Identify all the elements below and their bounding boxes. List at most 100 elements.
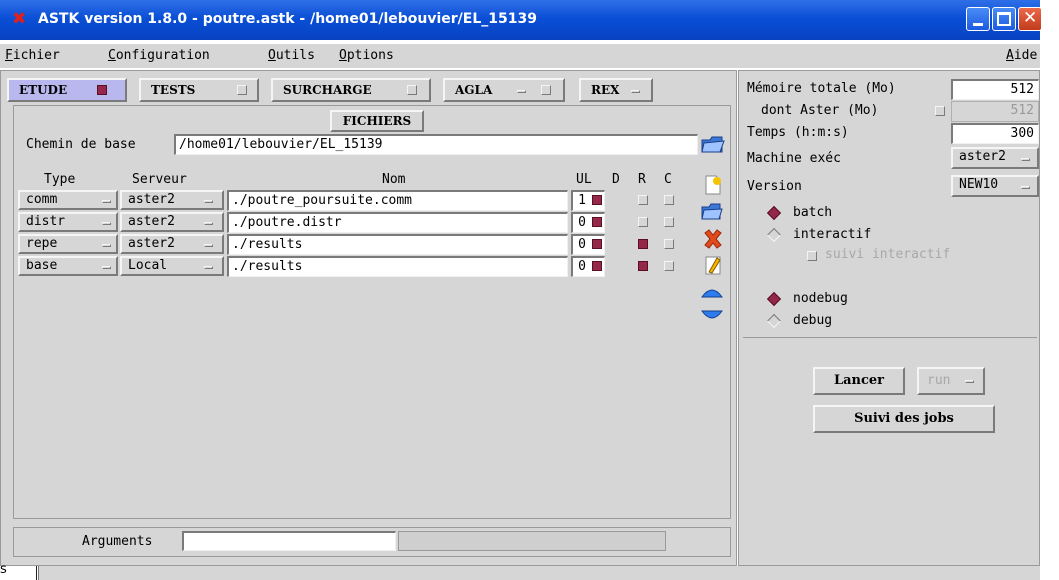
batch-radio[interactable] xyxy=(766,205,782,221)
close-button[interactable]: ✕ xyxy=(1018,7,1042,31)
col-nom: Nom xyxy=(382,172,406,187)
file-type-dropdown[interactable]: base xyxy=(18,256,118,276)
interactif-label: interactif xyxy=(793,227,872,242)
title-bar[interactable]: ✖ ASTK version 1.8.0 - poutre.astk - /ho… xyxy=(0,0,1042,40)
move-up-icon[interactable] xyxy=(700,284,724,300)
chemin-label: Chemin de base xyxy=(26,137,136,152)
app-x-icon: ✖ xyxy=(12,9,27,29)
file-type-dropdown[interactable]: repe xyxy=(18,234,118,254)
tab-rex-menu-icon xyxy=(631,90,640,93)
machine-label: Machine exéc xyxy=(747,151,841,166)
files-panel: FICHIERS Chemin de base /home01/lebouvie… xyxy=(13,105,731,519)
minimize-icon xyxy=(973,23,983,26)
menu-configuration[interactable]: Configuration xyxy=(108,48,210,63)
file-r-checkbox[interactable] xyxy=(638,195,648,205)
status-strip: s xyxy=(0,562,1059,580)
tab-agla-menu-icon xyxy=(517,90,526,93)
nodebug-label: nodebug xyxy=(793,291,848,306)
file-name-input[interactable]: ./results xyxy=(227,234,568,255)
status-bar xyxy=(38,566,1040,580)
memoire-label: Mémoire totale (Mo) xyxy=(747,81,896,96)
tab-surcharge-indicator xyxy=(407,85,417,95)
col-serveur: Serveur xyxy=(132,172,187,187)
file-name-input[interactable]: ./results xyxy=(227,256,568,277)
col-type: Type xyxy=(44,172,76,187)
file-name-input[interactable]: ./poutre_poursuite.comm xyxy=(227,190,568,211)
suivi-interactif-label: suivi interactif xyxy=(825,247,951,262)
menu-options[interactable]: Options xyxy=(339,48,394,63)
tab-etude-indicator xyxy=(97,85,107,95)
maximize-icon xyxy=(997,12,1011,26)
col-d: D xyxy=(612,172,620,187)
open-file-icon[interactable] xyxy=(700,201,724,223)
left-panel: ETUDE TESTS SURCHARGE AGLA REX FICHIERS … xyxy=(0,70,737,566)
file-server-dropdown[interactable]: aster2 xyxy=(120,190,224,210)
run-dropdown: run xyxy=(917,367,985,395)
delete-icon[interactable] xyxy=(702,228,724,250)
file-c-checkbox[interactable] xyxy=(664,195,674,205)
interactif-radio[interactable] xyxy=(766,227,782,243)
window-title: ASTK version 1.8.0 - poutre.astk - /home… xyxy=(38,11,537,27)
files-header: FICHIERS xyxy=(330,110,424,132)
col-ul: UL xyxy=(576,172,592,187)
version-label: Version xyxy=(747,179,802,194)
close-icon: ✕ xyxy=(1023,8,1038,28)
move-down-icon[interactable] xyxy=(700,308,724,324)
chemin-input[interactable]: /home01/lebouvier/EL_15139 xyxy=(174,134,698,155)
menu-fichier[interactable]: Fichier xyxy=(5,48,60,63)
menu-aide[interactable]: Aide xyxy=(1006,48,1037,63)
file-server-dropdown[interactable]: aster2 xyxy=(120,212,224,232)
file-c-checkbox[interactable] xyxy=(664,217,674,227)
tab-agla[interactable]: AGLA xyxy=(443,78,565,102)
version-dropdown[interactable]: NEW10 xyxy=(951,175,1039,197)
temps-input[interactable]: 300 xyxy=(951,123,1039,144)
tab-agla-indicator xyxy=(541,85,551,95)
temps-label: Temps (h:m:s) xyxy=(747,125,849,140)
menu-bar: Fichier Configuration Outils Options Aid… xyxy=(0,44,1040,68)
col-c: C xyxy=(664,172,672,187)
memoire-input[interactable]: 512 xyxy=(951,79,1039,100)
file-d-checkbox[interactable] xyxy=(592,261,602,271)
new-file-icon[interactable] xyxy=(702,174,724,196)
arguments-panel: Arguments xyxy=(13,527,731,557)
aster-checkbox[interactable] xyxy=(935,106,945,116)
file-r-checkbox[interactable] xyxy=(638,261,648,271)
file-r-checkbox[interactable] xyxy=(638,217,648,227)
file-type-dropdown[interactable]: comm xyxy=(18,190,118,210)
edit-pencil-icon[interactable] xyxy=(702,254,724,276)
file-server-dropdown[interactable]: Local xyxy=(120,256,224,276)
file-type-dropdown[interactable]: distr xyxy=(18,212,118,232)
maximize-button[interactable] xyxy=(992,7,1016,31)
suivi-jobs-button[interactable]: Suivi des jobs xyxy=(813,405,995,433)
minimize-button[interactable] xyxy=(966,7,990,31)
tab-tests[interactable]: TESTS xyxy=(139,78,259,102)
file-c-checkbox[interactable] xyxy=(664,239,674,249)
settings-panel: Mémoire totale (Mo) 512 dont Aster (Mo) … xyxy=(738,70,1040,566)
open-folder-icon[interactable] xyxy=(700,132,726,156)
file-c-checkbox[interactable] xyxy=(664,261,674,271)
file-d-checkbox[interactable] xyxy=(592,239,602,249)
file-d-checkbox[interactable] xyxy=(592,217,602,227)
file-server-dropdown[interactable]: aster2 xyxy=(120,234,224,254)
arguments-input[interactable] xyxy=(182,531,396,551)
arguments-label: Arguments xyxy=(82,534,153,549)
machine-dropdown[interactable]: aster2 xyxy=(951,147,1039,169)
divider xyxy=(743,337,1037,338)
file-d-checkbox[interactable] xyxy=(592,195,602,205)
tab-rex[interactable]: REX xyxy=(579,78,653,102)
lancer-button[interactable]: Lancer xyxy=(813,367,905,395)
status-text: s xyxy=(0,562,7,577)
debug-label: debug xyxy=(793,313,833,328)
suivi-interactif-checkbox xyxy=(807,251,817,261)
menu-outils[interactable]: Outils xyxy=(268,48,315,63)
debug-radio[interactable] xyxy=(766,313,782,329)
tab-etude[interactable]: ETUDE xyxy=(7,78,127,102)
aster-label: dont Aster (Mo) xyxy=(761,103,879,118)
aster-input: 512 xyxy=(951,101,1039,122)
batch-label: batch xyxy=(793,205,833,220)
tab-surcharge[interactable]: SURCHARGE xyxy=(271,78,431,102)
nodebug-radio[interactable] xyxy=(766,291,782,307)
file-name-input[interactable]: ./poutre.distr xyxy=(227,212,568,233)
file-r-checkbox[interactable] xyxy=(638,239,648,249)
progress-bar xyxy=(398,531,666,551)
